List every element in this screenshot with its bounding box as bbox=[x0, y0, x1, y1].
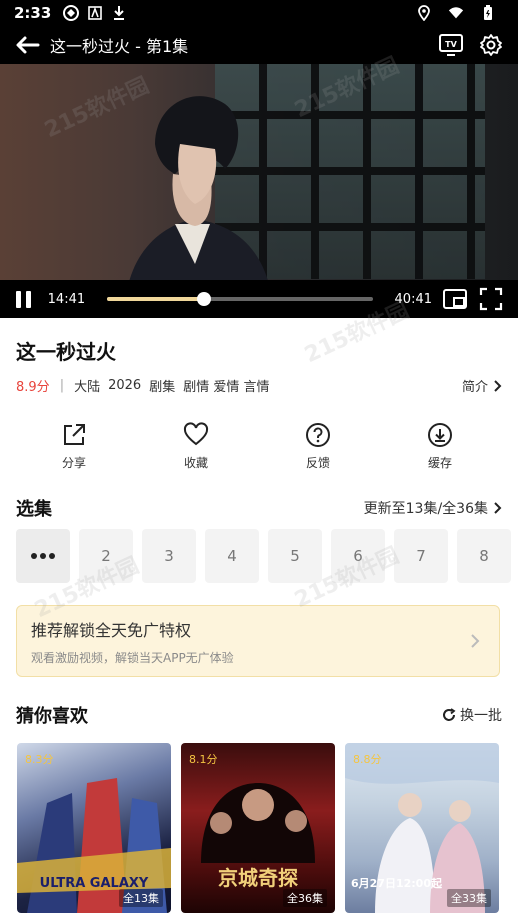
episode-item[interactable]: 7 bbox=[394, 529, 448, 583]
svg-text:TV: TV bbox=[445, 40, 457, 49]
episode-list: 2 3 4 5 6 7 8 bbox=[16, 529, 518, 583]
recommend-header: 猜你喜欢 换一批 bbox=[16, 702, 502, 728]
video-player[interactable]: 这一秒过火 - 第1集 TV 14:41 40:41 bbox=[0, 26, 518, 318]
show-year: 2026 bbox=[108, 378, 142, 393]
status-time: 2:33 bbox=[14, 4, 52, 22]
episode-item[interactable]: 4 bbox=[205, 529, 259, 583]
episode-item[interactable]: 3 bbox=[142, 529, 196, 583]
progress-knob[interactable] bbox=[197, 292, 212, 306]
share-icon bbox=[64, 424, 85, 445]
player-controls: 14:41 40:41 bbox=[0, 280, 518, 318]
current-time: 14:41 bbox=[47, 291, 86, 307]
episode-item[interactable]: 6 bbox=[331, 529, 385, 583]
refresh-label: 换一批 bbox=[460, 708, 502, 724]
video-frame[interactable] bbox=[0, 64, 518, 304]
location-icon bbox=[416, 5, 432, 21]
feedback-label: 反馈 bbox=[305, 456, 330, 470]
progress-fill bbox=[107, 297, 205, 301]
app-notification-icon bbox=[87, 5, 103, 21]
banner-title: 推荐解锁全天免广特权 bbox=[31, 621, 192, 640]
battery-icon bbox=[480, 5, 496, 21]
episodes-more-link[interactable]: 更新至13集/全36集 bbox=[364, 498, 502, 518]
chevron-right-icon bbox=[471, 634, 480, 648]
meta-divider: | bbox=[59, 378, 65, 393]
wifi-icon bbox=[448, 5, 464, 21]
progress-slider[interactable] bbox=[107, 292, 373, 306]
show-title: 这一秒过火 bbox=[16, 340, 116, 364]
show-region: 大陆 bbox=[74, 380, 101, 395]
player-top-bar: 这一秒过火 - 第1集 TV bbox=[0, 26, 518, 64]
recommend-card[interactable]: 8.3分 ULTRA GALAXY 全13集 bbox=[17, 743, 171, 913]
download-button[interactable]: 缓存 bbox=[379, 422, 501, 471]
share-label: 分享 bbox=[61, 456, 86, 470]
episode-item[interactable]: 2 bbox=[79, 529, 133, 583]
question-icon bbox=[306, 423, 330, 447]
card-episodes: 全33集 bbox=[447, 889, 491, 907]
playing-dots-icon bbox=[31, 553, 55, 559]
show-score: 8.9分 bbox=[16, 380, 50, 395]
heart-icon bbox=[183, 422, 209, 446]
banner-subtitle: 观看激励视频，解锁当天APP无广体验 bbox=[31, 651, 234, 665]
episode-playing-indicator[interactable] bbox=[16, 529, 70, 583]
intro-label: 简介 bbox=[461, 380, 488, 395]
refresh-button[interactable]: 换一批 bbox=[442, 705, 502, 725]
cast-tv-icon[interactable]: TV bbox=[438, 32, 464, 58]
download-status-icon bbox=[111, 5, 127, 21]
recommend-list: 8.3分 ULTRA GALAXY 全13集 8.1分 京城奇探 全36集 8.… bbox=[17, 743, 518, 913]
status-bar: 2:33 bbox=[0, 0, 518, 26]
recommend-heading: 猜你喜欢 bbox=[16, 706, 88, 727]
favorite-button[interactable]: 收藏 bbox=[135, 422, 257, 471]
refresh-icon bbox=[443, 708, 456, 721]
intro-link[interactable]: 简介 bbox=[462, 376, 502, 395]
chevron-right-icon bbox=[494, 379, 502, 392]
card-score: 8.3分 bbox=[25, 753, 54, 766]
video-person-image bbox=[125, 96, 273, 304]
episode-item[interactable]: 5 bbox=[268, 529, 322, 583]
fullscreen-icon[interactable] bbox=[478, 286, 504, 312]
ad-free-banner[interactable]: 推荐解锁全天免广特权 观看激励视频，解锁当天APP无广体验 bbox=[16, 605, 500, 677]
total-time: 40:41 bbox=[394, 291, 432, 307]
episodes-update-text: 更新至13集/全36集 bbox=[363, 501, 488, 517]
chevron-right-icon bbox=[494, 502, 502, 514]
back-arrow-icon[interactable] bbox=[14, 35, 40, 55]
action-row: 分享 收藏 反馈 缓存 bbox=[0, 422, 518, 471]
download-icon bbox=[428, 423, 452, 447]
player-episode-title: 这一秒过火 - 第1集 bbox=[50, 37, 189, 56]
settings-gear-icon[interactable] bbox=[478, 32, 504, 58]
vpn-icon bbox=[63, 5, 80, 21]
card-score: 8.1分 bbox=[189, 753, 218, 766]
show-meta: 8.9分 | 大陆 2026 剧集 剧情 爱情 言情 简介 bbox=[16, 376, 502, 395]
picture-in-picture-icon[interactable] bbox=[442, 286, 468, 312]
download-label: 缓存 bbox=[427, 456, 452, 470]
episodes-heading: 选集 bbox=[16, 499, 52, 520]
show-category: 剧集 bbox=[149, 380, 176, 395]
card-episodes: 全13集 bbox=[119, 889, 163, 907]
episodes-header: 选集 更新至13集/全36集 bbox=[16, 495, 502, 521]
card-episodes: 全36集 bbox=[283, 889, 327, 907]
recommend-card[interactable]: 8.8分 6月27日12:00起 全33集 bbox=[345, 743, 499, 913]
recommend-card[interactable]: 8.1分 京城奇探 全36集 bbox=[181, 743, 335, 913]
episode-item[interactable]: 8 bbox=[457, 529, 511, 583]
card-score: 8.8分 bbox=[353, 753, 382, 766]
share-button[interactable]: 分享 bbox=[13, 422, 135, 471]
favorite-label: 收藏 bbox=[183, 456, 208, 470]
feedback-button[interactable]: 反馈 bbox=[257, 422, 379, 471]
show-genres: 剧情 爱情 言情 bbox=[183, 380, 270, 395]
pause-icon[interactable] bbox=[14, 289, 34, 309]
